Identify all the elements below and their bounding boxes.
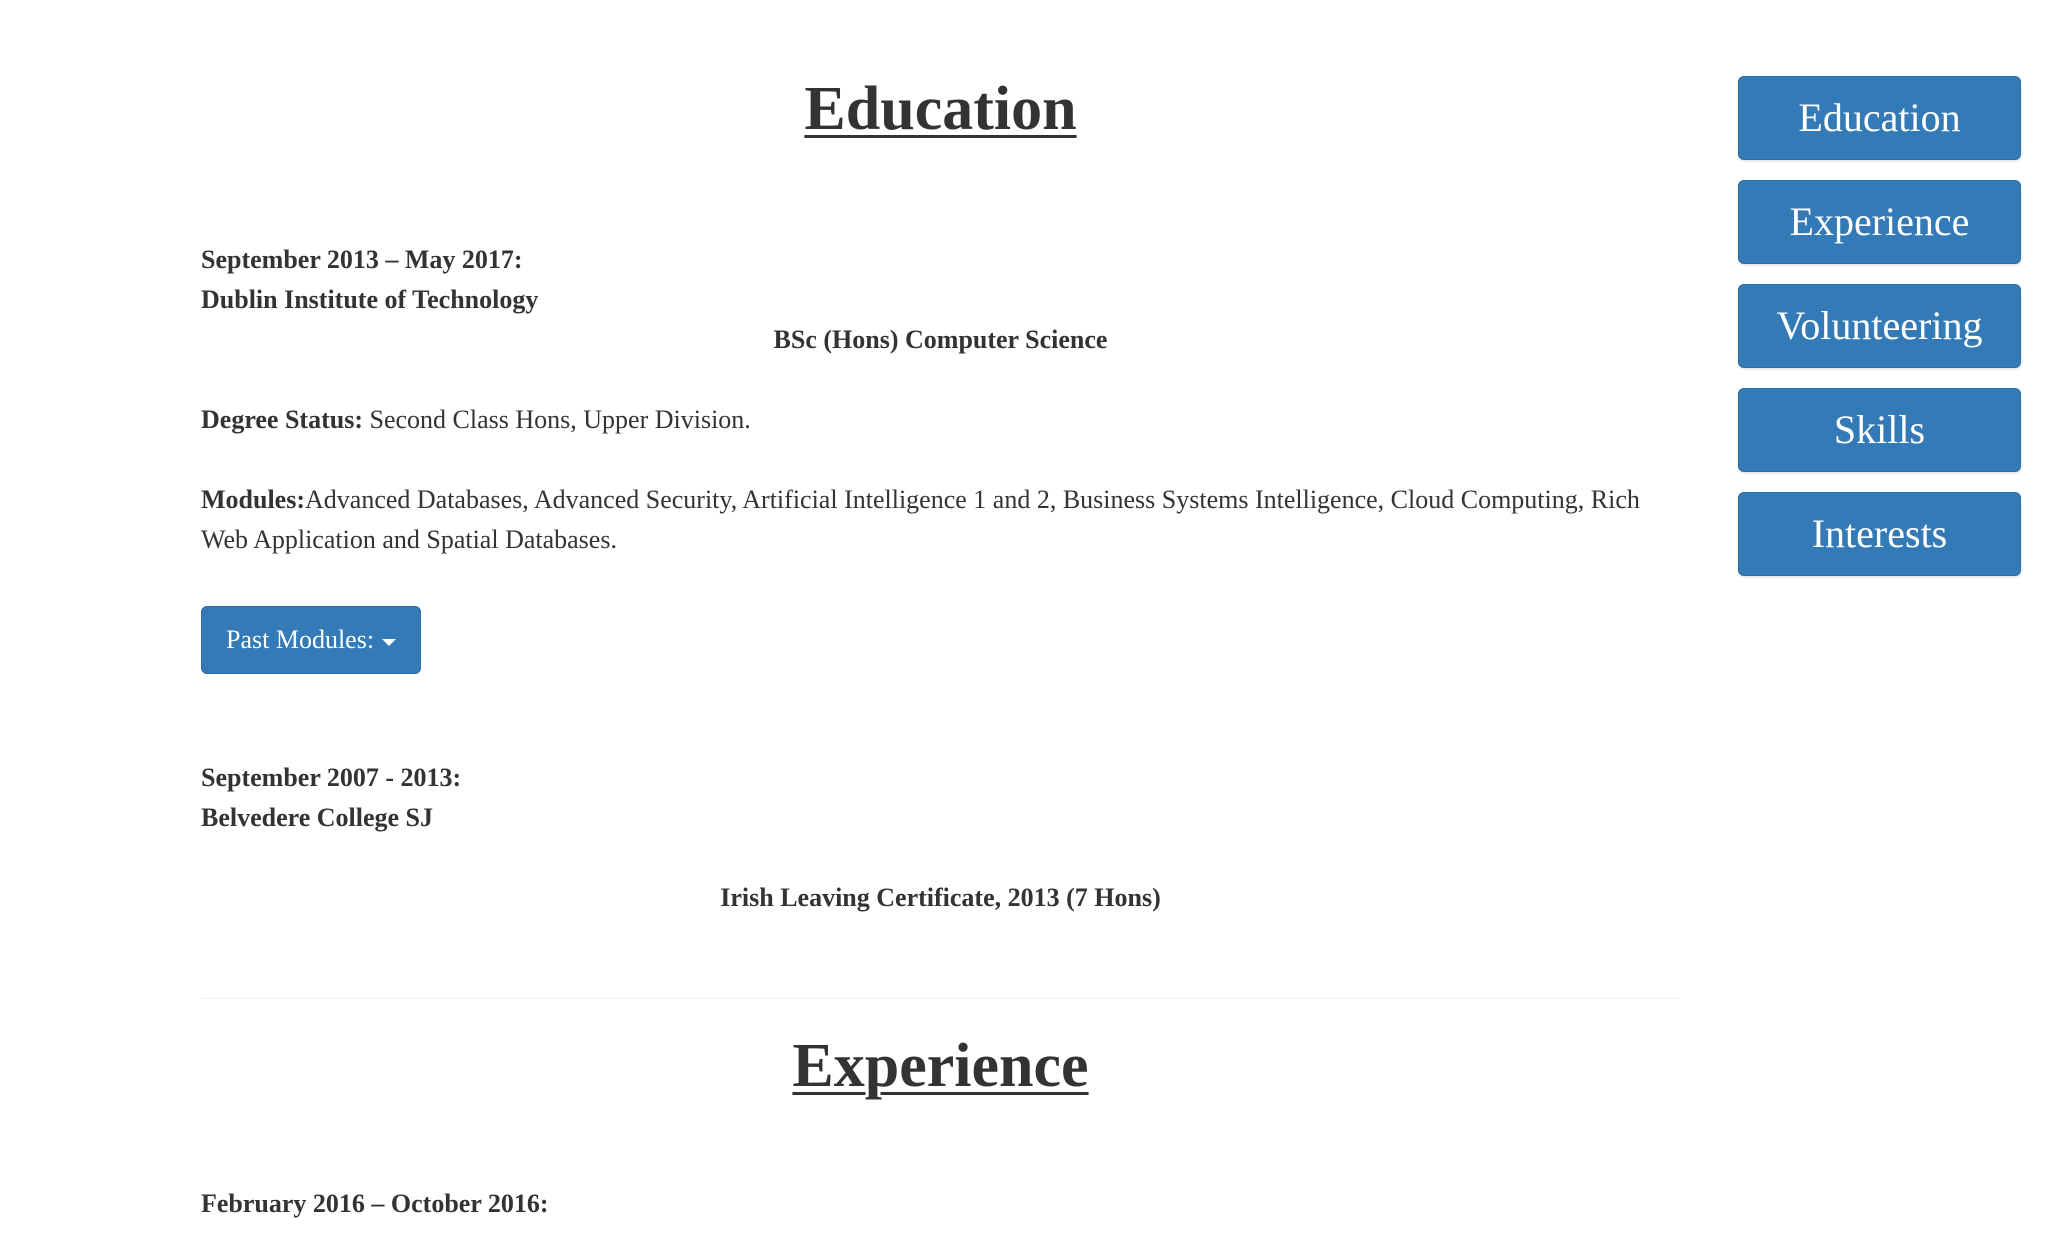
nav-button-experience[interactable]: Experience (1738, 180, 2021, 264)
education-date: September 2013 – May 2017: (201, 245, 523, 275)
modules: Modules:Advanced Databases, Advanced Sec… (201, 480, 1680, 560)
main-content: Education September 2013 – May 2017: Dub… (201, 0, 1680, 1224)
degree-status-label: Degree Status: (201, 405, 363, 435)
education-institution: Belvedere College SJ (201, 803, 434, 833)
experience-date: February 2016 – October 2016: (201, 1188, 549, 1218)
nav-button-skills[interactable]: Skills (1738, 388, 2021, 472)
education-date: September 2007 - 2013: (201, 763, 462, 793)
experience-entry: February 2016 – October 2016: (201, 1184, 1680, 1224)
section-divider (201, 998, 1680, 1000)
education-heading: Education (804, 75, 1077, 143)
education-qualification: BSc (Hons) Computer Science (773, 325, 1108, 355)
degree-status-value: Second Class Hons, Upper Division. (362, 405, 751, 435)
nav-button-interests[interactable]: Interests (1738, 492, 2021, 576)
degree-status: Degree Status: Second Class Hons, Upper … (201, 400, 1680, 440)
caret-down-icon (382, 638, 397, 646)
past-modules-dropdown-button[interactable]: Past Modules: (201, 606, 422, 675)
education-qualification: Irish Leaving Certificate, 2013 (7 Hons) (720, 883, 1161, 913)
modules-value: Advanced Databases, Advanced Security, A… (201, 485, 1640, 555)
education-entry-dit: September 2013 – May 2017: Dublin Instit… (201, 240, 1680, 675)
modules-label: Modules: (201, 485, 305, 515)
education-entry-belvedere: September 2007 - 2013: Belvedere College… (201, 758, 1680, 918)
nav-button-volunteering[interactable]: Volunteering (1738, 284, 2021, 368)
side-nav: Education Experience Volunteering Skills… (1738, 76, 2021, 596)
nav-button-education[interactable]: Education (1738, 76, 2021, 160)
experience-heading: Experience (792, 1032, 1089, 1101)
past-modules-label: Past Modules: (226, 625, 375, 655)
education-institution: Dublin Institute of Technology (201, 285, 539, 315)
